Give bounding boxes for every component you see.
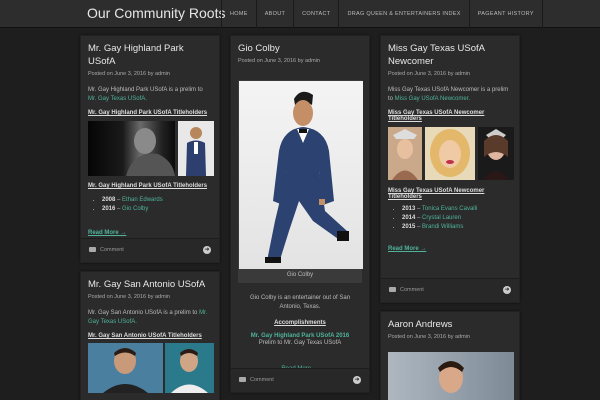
comment-link[interactable]: Comment	[389, 287, 424, 293]
post-author[interactable]: admin	[305, 58, 320, 64]
arrow-right-icon[interactable]: ➜	[353, 376, 361, 384]
comment-link[interactable]: Comment	[89, 247, 124, 253]
intro-link[interactable]: Mr. Gay Texas USofA.	[88, 96, 147, 102]
post-title[interactable]: Gio Colby	[238, 42, 362, 55]
post-title[interactable]: Mr. Gay Highland Park USofA	[88, 42, 212, 68]
titleholder-photo-1	[88, 343, 163, 393]
main-nav: HOME ABOUT CONTACT DRAG QUEEN & ENTERTAI…	[221, 0, 543, 28]
list-item: 2014 – Crystal Lauren	[402, 214, 512, 223]
comment-icon	[389, 287, 396, 292]
post-intro: Mr. Gay Highland Park USofA is a prelim …	[88, 87, 203, 102]
site-title[interactable]: Our Community Roots	[87, 5, 225, 21]
nav-home[interactable]: HOME	[221, 0, 256, 28]
post-meta: Posted on June 3, 2016 by admin	[388, 334, 470, 340]
list-item: 2016 – Gio Colby	[102, 205, 212, 214]
titleholder-link[interactable]: Crystal Lauren	[422, 215, 461, 221]
arrow-right-icon[interactable]: ➜	[203, 246, 211, 254]
intro-link[interactable]: Miss Gay USofA Newcomer.	[395, 96, 470, 102]
image-caption: Gio Colby	[286, 272, 314, 278]
post-footer: Comment ➜	[81, 238, 219, 262]
titleholder-link[interactable]: Brandi Williams	[422, 224, 463, 230]
post-meta: Posted on June 3, 2016 by admin	[88, 71, 170, 77]
post-intro: Mr. Gay San Antonio USofA is a prelim to…	[88, 310, 208, 325]
featured-photo	[239, 81, 363, 269]
accomplishment-note: Prelim to Mr. Gay Texas USofA	[258, 340, 342, 346]
post-author[interactable]: admin	[455, 71, 470, 77]
titleholder-photo-1	[88, 121, 175, 176]
post-title[interactable]: Mr. Gay San Antonio USofA	[88, 278, 212, 291]
arrow-right-icon[interactable]: ➜	[503, 286, 511, 294]
titleholders-heading: Mr. Gay San Antonio USofA Titleholders	[88, 333, 202, 339]
post-title[interactable]: Miss Gay Texas USofA Newcomer	[388, 42, 512, 68]
read-more-link[interactable]: Read More →	[388, 246, 426, 252]
post-card-texas-newcomer: Miss Gay Texas USofA Newcomer Posted on …	[380, 35, 520, 303]
read-more-link[interactable]: Read More →	[88, 230, 126, 236]
post-title[interactable]: Aaron Andrews	[388, 318, 512, 331]
nav-contact[interactable]: CONTACT	[293, 0, 338, 28]
nav-about[interactable]: ABOUT	[255, 0, 293, 28]
comment-icon	[239, 377, 246, 382]
post-card-san-antonio: Mr. Gay San Antonio USofA Posted on June…	[80, 271, 220, 400]
post-meta: Posted on June 3, 2016 by admin	[238, 58, 320, 64]
accomplishments-heading: Accomplishments	[274, 320, 326, 326]
titleholders-list: 2008 – Ethan Edwards 2016 – Gio Colby	[88, 196, 212, 214]
post-card-gio-colby: Gio Colby Posted on June 3, 2016 by admi…	[230, 35, 370, 393]
nav-entertainers-index[interactable]: DRAG QUEEN & ENTERTAINERS INDEX	[338, 0, 468, 28]
list-item: 2008 – Ethan Edwards	[102, 196, 212, 205]
nav-pageant-history[interactable]: PAGEANT HISTORY	[468, 0, 543, 28]
post-card-aaron-andrews: Aaron Andrews Posted on June 3, 2016 by …	[380, 311, 520, 400]
comment-link[interactable]: Comment	[239, 377, 274, 383]
post-footer: Comment ➜	[381, 278, 519, 302]
post-meta: Posted on June 3, 2016 by admin	[388, 71, 470, 77]
titleholder-link[interactable]: Tonica Evans Cavalli	[422, 206, 477, 212]
post-intro: Miss Gay Texas USofA Newcomer is a preli…	[388, 87, 509, 102]
post-author[interactable]: admin	[155, 294, 170, 300]
titleholder-link[interactable]: Gio Colby	[122, 206, 148, 212]
post-author[interactable]: admin	[455, 334, 470, 340]
post-footer: Comment ➜	[231, 368, 369, 392]
titleholders-list: 2013 – Tonica Evans Cavalli 2014 – Cryst…	[388, 205, 512, 232]
list-item: 2013 – Tonica Evans Cavalli	[402, 205, 512, 214]
titleholder-link[interactable]: Ethan Edwards	[122, 197, 163, 203]
titleholder-photo-2	[165, 343, 214, 393]
comment-icon	[89, 247, 96, 252]
titleholders-heading: Mr. Gay Highland Park USofA Titleholders	[88, 110, 208, 116]
featured-photo	[388, 352, 514, 400]
titleholders-heading: Miss Gay Texas USofA Newcomer Titleholde…	[388, 110, 485, 122]
titleholder-photo-2	[178, 121, 214, 176]
list-item: 2015 – Brandi Williams	[402, 223, 512, 232]
featured-image-frame: Gio Colby	[238, 80, 363, 283]
titleholder-photo-3	[478, 127, 514, 180]
post-card-highland-park: Mr. Gay Highland Park USofA Posted on Ju…	[80, 35, 220, 263]
post-meta: Posted on June 3, 2016 by admin	[88, 294, 170, 300]
post-author[interactable]: admin	[155, 71, 170, 77]
header-bar: Our Community Roots HOME ABOUT CONTACT D…	[0, 0, 600, 28]
titleholder-photo-2	[425, 127, 475, 180]
titleholder-photo-1	[388, 127, 422, 180]
titleholders-heading-2: Miss Gay Texas USofA Newcomer Titleholde…	[388, 188, 485, 200]
titleholders-heading-2: Mr. Gay Highland Park USofA Titleholders	[88, 183, 208, 189]
post-body: Gio Colby is an entertainer out of San A…	[249, 295, 351, 310]
